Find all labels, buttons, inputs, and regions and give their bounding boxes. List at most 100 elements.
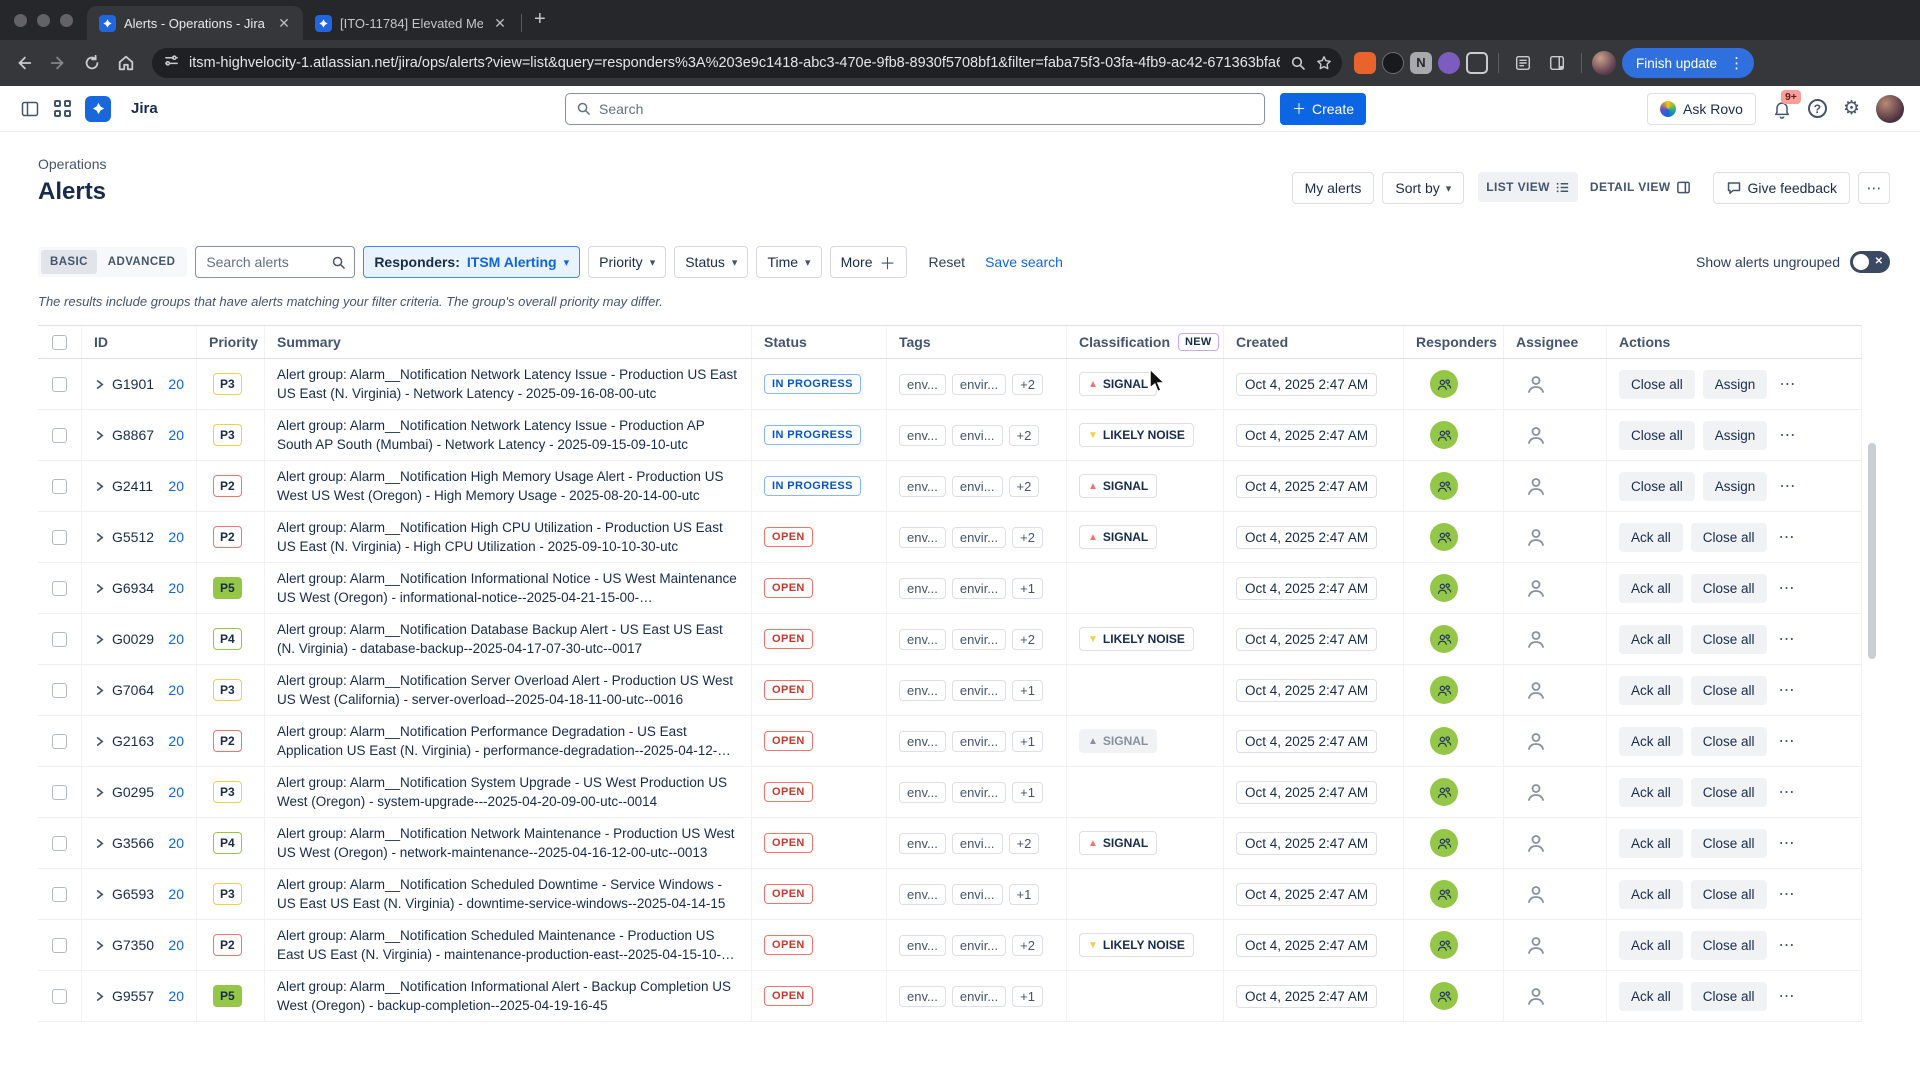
tag-chip[interactable]: env... (899, 373, 946, 395)
tag-chip[interactable]: envi... (951, 424, 1003, 446)
user-avatar[interactable] (1876, 94, 1904, 123)
alert-summary[interactable]: Alert group: Alarm__Notification Network… (277, 824, 751, 862)
column-header-summary[interactable]: Summary (265, 326, 752, 358)
alert-group-id[interactable]: G0295 (112, 784, 154, 800)
close-all-button[interactable]: Close all (1619, 369, 1695, 399)
tag-chip[interactable]: env... (899, 985, 946, 1007)
row-overflow-menu-icon[interactable]: ⋯ (1775, 833, 1799, 853)
close-all-button[interactable]: Close all (1690, 675, 1767, 705)
tag-overflow-chip[interactable]: +2 (1012, 526, 1043, 548)
row-overflow-menu-icon[interactable]: ⋯ (1775, 425, 1799, 445)
ack-all-button[interactable]: Ack all (1619, 981, 1683, 1011)
breadcrumb[interactable]: Operations (38, 156, 106, 172)
tag-chip[interactable]: envi... (951, 883, 1003, 905)
tag-chip[interactable]: envir... (951, 985, 1007, 1007)
reading-list-icon[interactable] (1509, 49, 1537, 77)
jira-logo-icon[interactable] (85, 95, 111, 122)
assignee-avatar[interactable] (1524, 372, 1548, 396)
alert-count-link[interactable]: 20 (168, 682, 184, 698)
alert-group-id[interactable]: G2411 (112, 478, 153, 494)
row-overflow-menu-icon[interactable]: ⋯ (1775, 680, 1799, 700)
tag-chip[interactable]: env... (899, 424, 946, 446)
row-checkbox[interactable] (52, 631, 67, 647)
alert-summary[interactable]: Alert group: Alarm__Notification Network… (277, 365, 751, 403)
tag-overflow-chip[interactable]: +1 (1012, 577, 1043, 599)
tag-chip[interactable]: env... (899, 883, 946, 905)
responders-team-avatar[interactable] (1430, 778, 1458, 806)
row-checkbox[interactable] (52, 733, 67, 749)
row-checkbox[interactable] (52, 580, 67, 596)
assignee-avatar[interactable] (1524, 474, 1548, 498)
row-checkbox[interactable] (52, 529, 67, 545)
responders-team-avatar[interactable] (1430, 880, 1458, 908)
tag-overflow-chip[interactable]: +1 (1012, 985, 1043, 1007)
responders-team-avatar[interactable] (1430, 982, 1458, 1010)
give-feedback-button[interactable]: Give feedback (1712, 172, 1850, 204)
responders-team-avatar[interactable] (1430, 727, 1458, 755)
alert-group-id[interactable]: G5512 (112, 529, 154, 545)
help-button[interactable]: ? (1807, 99, 1827, 118)
responders-team-avatar[interactable] (1430, 829, 1458, 857)
row-checkbox[interactable] (52, 835, 67, 851)
header-more-button[interactable]: ⋯ (1858, 172, 1890, 204)
row-checkbox[interactable] (52, 937, 67, 953)
tag-chip[interactable]: envir... (951, 526, 1007, 548)
more-filters-button[interactable]: More ＋ (829, 246, 907, 278)
assignee-avatar[interactable] (1524, 627, 1548, 651)
tag-overflow-chip[interactable]: +2 (1008, 832, 1040, 854)
alert-group-id[interactable]: G6934 (112, 580, 154, 596)
close-all-button[interactable]: Close all (1690, 981, 1767, 1011)
tag-chip[interactable]: env... (899, 577, 946, 599)
tag-chip[interactable]: env... (899, 628, 946, 650)
sidebar-toggle-icon[interactable] (20, 99, 40, 119)
alert-summary[interactable]: Alert group: Alarm__Notification Network… (277, 416, 751, 454)
row-overflow-menu-icon[interactable]: ⋯ (1775, 884, 1799, 904)
responders-team-avatar[interactable] (1430, 421, 1458, 449)
ack-all-button[interactable]: Ack all (1619, 675, 1683, 705)
status-filter[interactable]: Status ▾ (674, 246, 749, 278)
search-alerts-input[interactable]: Search alerts (195, 246, 356, 278)
back-icon[interactable] (10, 49, 38, 77)
tag-overflow-chip[interactable]: +2 (1008, 424, 1040, 446)
expand-row-icon[interactable] (94, 634, 105, 645)
row-overflow-menu-icon[interactable]: ⋯ (1775, 476, 1799, 496)
url-text[interactable]: itsm-highvelocity-1.atlassian.net/jira/o… (189, 55, 1280, 71)
tag-chip[interactable]: envi... (951, 832, 1003, 854)
tag-chip[interactable]: envi... (951, 475, 1003, 497)
window-zoom-icon[interactable] (60, 14, 73, 27)
assignee-avatar[interactable] (1524, 678, 1548, 702)
alert-count-link[interactable]: 20 (168, 733, 184, 749)
expand-row-icon[interactable] (94, 685, 105, 696)
assignee-avatar[interactable] (1524, 780, 1548, 804)
tag-overflow-chip[interactable]: +2 (1012, 628, 1043, 650)
tag-chip[interactable]: envir... (951, 730, 1007, 752)
alert-group-id[interactable]: G8867 (112, 427, 154, 443)
save-search-button[interactable]: Save search (979, 254, 1069, 270)
tag-overflow-chip[interactable]: +1 (1012, 730, 1043, 752)
row-checkbox[interactable] (52, 376, 67, 392)
browser-profile-avatar[interactable] (1592, 51, 1616, 75)
row-checkbox[interactable] (52, 886, 67, 902)
close-all-button[interactable]: Close all (1690, 573, 1767, 603)
expand-row-icon[interactable] (94, 940, 105, 951)
bookmark-star-icon[interactable] (1316, 55, 1332, 71)
tag-overflow-chip[interactable]: +1 (1008, 883, 1040, 905)
notifications-button[interactable]: 9+ (1772, 89, 1801, 119)
new-tab-button[interactable]: + (526, 6, 558, 40)
row-overflow-menu-icon[interactable]: ⋯ (1775, 527, 1799, 547)
alert-count-link[interactable]: 20 (168, 988, 184, 1004)
row-overflow-menu-icon[interactable]: ⋯ (1775, 782, 1799, 802)
assignee-avatar[interactable] (1524, 525, 1548, 549)
tab-close-icon[interactable]: ✕ (491, 14, 509, 32)
column-header-status[interactable]: Status (752, 326, 887, 358)
row-overflow-menu-icon[interactable]: ⋯ (1775, 731, 1799, 751)
alert-group-id[interactable]: G9557 (112, 988, 154, 1004)
alert-count-link[interactable]: 20 (168, 478, 184, 494)
row-overflow-menu-icon[interactable]: ⋯ (1775, 935, 1799, 955)
zoom-page-icon[interactable] (1290, 55, 1306, 71)
ack-all-button[interactable]: Ack all (1619, 573, 1683, 603)
assignee-avatar[interactable] (1524, 423, 1548, 447)
my-alerts-button[interactable]: My alerts (1291, 172, 1375, 204)
address-bar[interactable]: itsm-highvelocity-1.atlassian.net/jira/o… (152, 48, 1342, 78)
ack-all-button[interactable]: Ack all (1619, 828, 1683, 858)
